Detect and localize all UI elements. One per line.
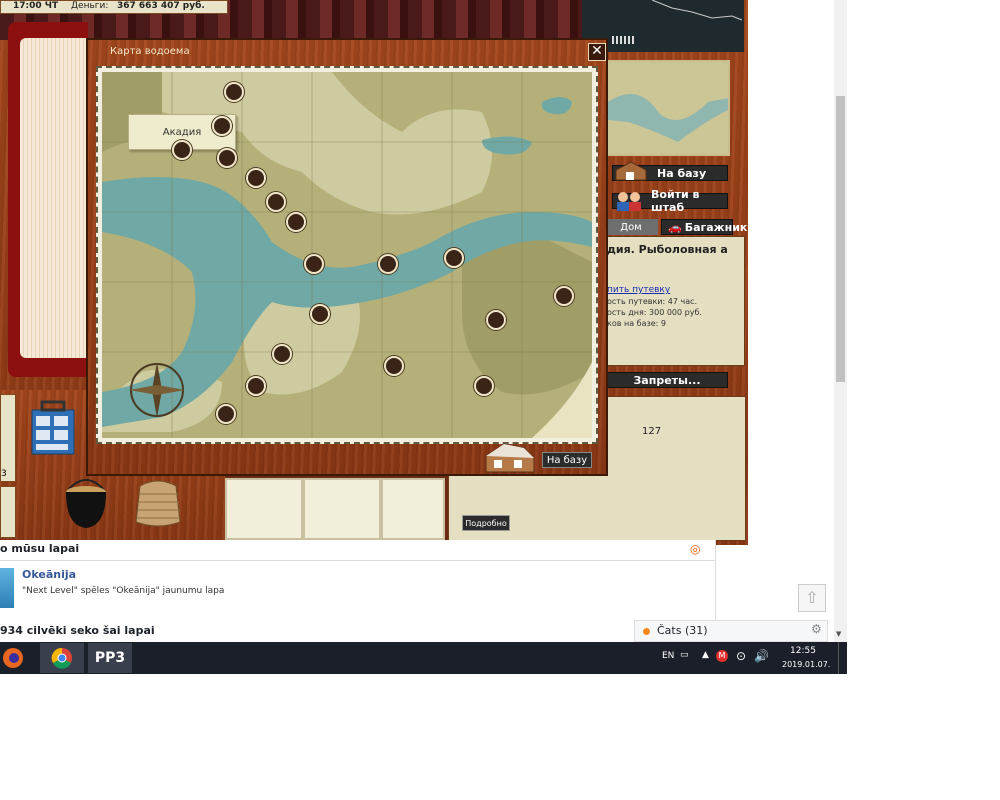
inventory-slot-2[interactable] [303, 478, 381, 540]
left-side-slot[interactable] [0, 486, 16, 538]
map-dialog: Карта водоема ✕ Акадия На базу [86, 38, 608, 476]
inventory-slot-1[interactable] [225, 478, 303, 540]
rr3-icon[interactable]: РР3 [88, 643, 132, 673]
dialog-title: Карта водоема [110, 46, 190, 57]
speaker-icon[interactable]: 🔊 [754, 649, 769, 663]
chat-bar[interactable]: Čats (31) ⚙ [634, 620, 828, 642]
fishing-spot-marker[interactable] [378, 254, 398, 274]
day-cost: ость дня: 300 000 руб. [607, 308, 702, 317]
clock-time[interactable]: 12:55 [790, 646, 816, 656]
fishing-spot-marker[interactable] [246, 168, 266, 188]
permit-duration: ость путевки: 47 час. [607, 297, 698, 306]
mega-icon[interactable]: M [716, 650, 728, 662]
fishing-spot-marker[interactable] [304, 254, 324, 274]
facebook-widget: o mūsu lapai ◎ Okeānija "Next Level" spē… [0, 540, 716, 642]
game-time: 17:00 ЧТ [13, 1, 59, 11]
fishing-spot-marker[interactable] [224, 82, 244, 102]
firefox-icon[interactable] [0, 643, 30, 673]
scroll-top-button[interactable]: ⇧ [798, 584, 826, 612]
close-button[interactable]: ✕ [588, 43, 606, 61]
fishing-spot-marker[interactable] [212, 116, 232, 136]
scroll-down-arrow[interactable]: ▼ [836, 630, 841, 638]
location-info-panel: дия. Рыболовная а пить путевку ость путе… [600, 236, 745, 366]
fishing-spot-marker[interactable] [246, 376, 266, 396]
fishing-spot-marker[interactable] [272, 344, 292, 364]
car-icon: 🚗 [668, 220, 682, 234]
game-window: 17:00 ЧТ Деньги: 367 663 407 руб. 3 На б… [0, 0, 748, 545]
base-count: ков на базе: 9 [607, 319, 666, 328]
fishing-spot-marker[interactable] [286, 212, 306, 232]
fishing-spot-marker[interactable] [444, 248, 464, 268]
clock-date[interactable]: 2019.01.07. [782, 660, 830, 669]
fb-followers: 934 cilvēki seko šai lapai [0, 624, 155, 637]
fb-header: o mūsu lapai [0, 542, 80, 555]
fishing-spot-marker[interactable] [554, 286, 574, 306]
location-info-title: дия. Рыболовная а [607, 243, 728, 256]
keyboard-icon[interactable]: ▭ [680, 650, 689, 660]
fishing-spot-marker[interactable] [310, 304, 330, 324]
language-indicator[interactable]: EN [662, 651, 674, 661]
fishing-spot-marker[interactable] [217, 148, 237, 168]
chevron-up-icon[interactable]: ▲ [702, 650, 709, 660]
money-label: Деньги: [71, 1, 109, 11]
fb-page-thumbnail[interactable] [0, 568, 14, 608]
tab-home[interactable]: Дом [604, 219, 658, 235]
book-pages[interactable] [20, 38, 90, 358]
scrollbar-thumb[interactable] [836, 96, 845, 382]
basket-icon[interactable] [130, 476, 186, 530]
fishing-spot-marker[interactable] [266, 192, 286, 212]
taskbar: РР3 EN ▭ ▲ M ⊙ 🔊 12:55 2019.01.07. [0, 642, 847, 674]
house-icon[interactable] [484, 442, 536, 474]
fb-page-name[interactable]: Okeānija [22, 568, 76, 581]
inventory-slot-3[interactable] [381, 478, 445, 540]
chat-status-dot [643, 628, 650, 635]
pot-icon[interactable] [62, 470, 110, 532]
left-number: 3 [1, 469, 7, 479]
show-desktop-button[interactable] [838, 642, 847, 674]
minimap-drawing [608, 62, 728, 154]
fishing-spot-marker[interactable] [216, 404, 236, 424]
counter-value: 127 [642, 426, 662, 437]
map-frame: Акадия [96, 66, 598, 444]
fb-page-description: "Next Level" spēles "Okeānija" jaunumu l… [22, 586, 225, 596]
details-button[interactable]: Подробно [462, 515, 510, 531]
buy-permit-link[interactable]: пить путевку [607, 285, 670, 295]
to-base-button[interactable]: На базу [542, 452, 592, 468]
restrictions-button[interactable]: Запреты... [606, 372, 728, 388]
people-icon [617, 192, 641, 211]
tab-trunk[interactable]: 🚗 Багажник [661, 219, 747, 235]
chat-label: Čats (31) [657, 624, 708, 637]
screen: 17:00 ЧТ Деньги: 367 663 407 руб. 3 На б… [0, 0, 1000, 800]
fishing-spot-marker[interactable] [172, 140, 192, 160]
fishing-spot-marker[interactable] [474, 376, 494, 396]
top-stats-bar: 17:00 ЧТ Деньги: 367 663 407 руб. [0, 0, 228, 14]
clock-tray-icon[interactable]: ⊙ [736, 649, 746, 663]
gear-icon[interactable]: ⚙ [811, 622, 822, 636]
fishing-spot-marker[interactable] [486, 310, 506, 330]
fb-logo-icon: ◎ [690, 542, 701, 556]
fb-divider [0, 560, 716, 561]
toolbox-icon[interactable] [28, 400, 78, 460]
fishing-spot-marker[interactable] [384, 356, 404, 376]
money-value: 367 663 407 руб. [117, 1, 205, 11]
house-icon-small [615, 161, 647, 181]
chrome-icon[interactable] [40, 643, 84, 673]
minimap[interactable] [606, 60, 730, 156]
left-side-panel: 3 [0, 394, 16, 482]
